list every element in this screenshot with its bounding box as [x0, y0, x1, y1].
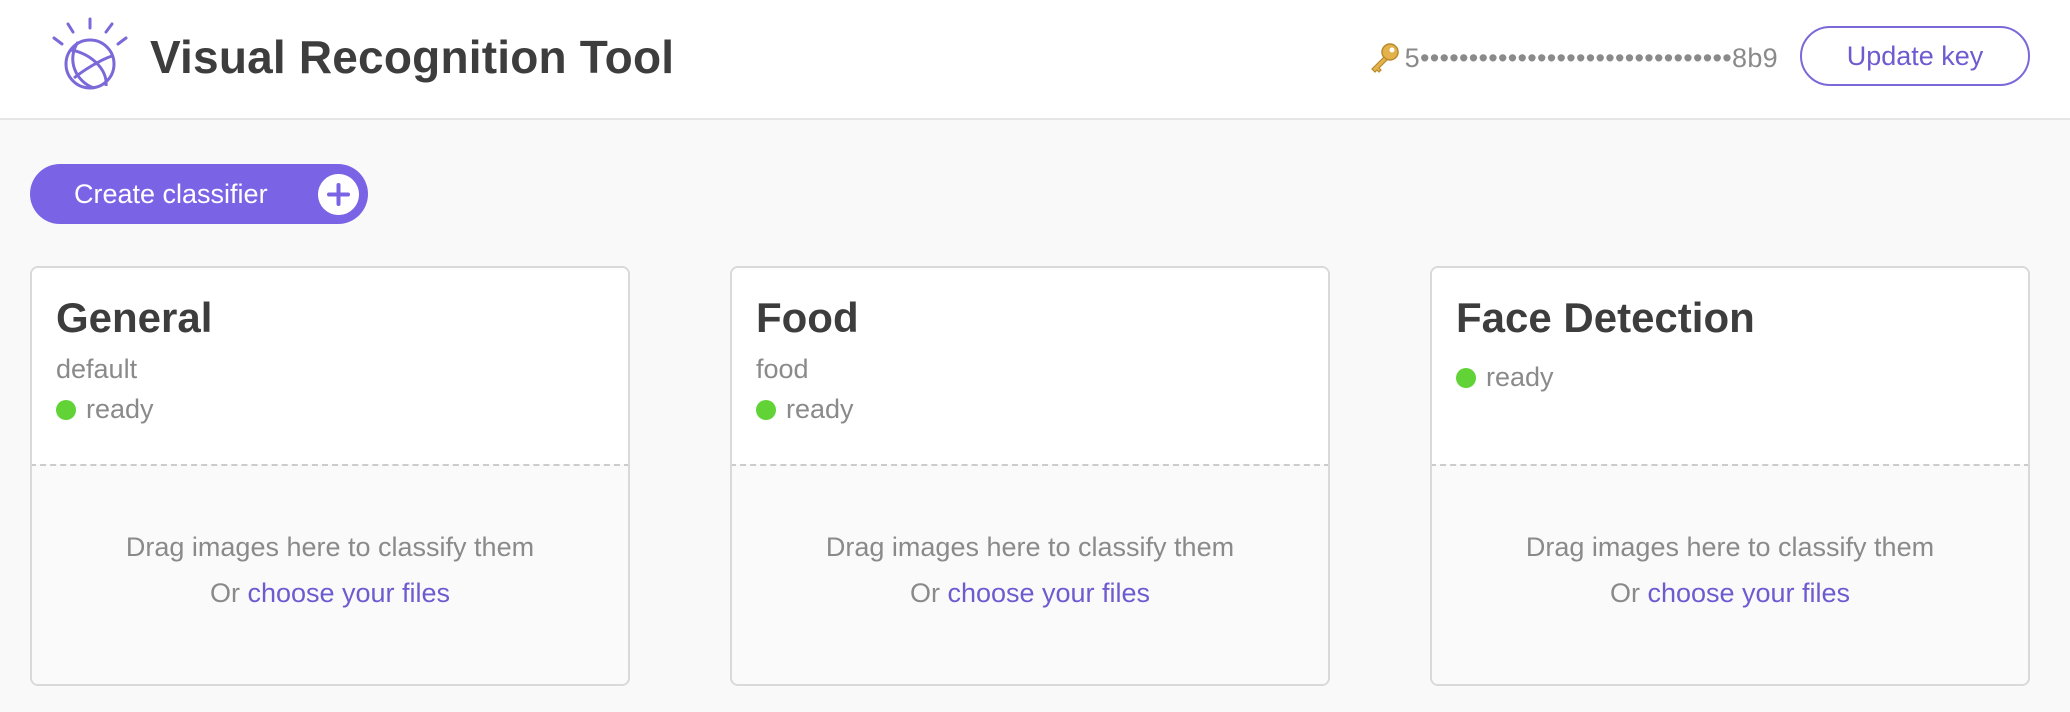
status-dot-icon [1456, 367, 1476, 388]
card-header: General default ready [32, 268, 628, 466]
image-dropzone[interactable]: Drag images here to classify them Or cho… [1432, 464, 2028, 684]
classifier-name: General [56, 294, 213, 341]
choose-files-link[interactable]: choose your files [1647, 578, 1850, 608]
key-icon [1370, 43, 1399, 73]
or-label: Or [909, 578, 948, 608]
classifier-name: Face Detection [1456, 294, 1755, 341]
classifier-id: default [56, 354, 138, 384]
or-label: Or [209, 578, 248, 608]
api-key-masked: 5••••••••••••••••••••••••••••••••8b9 [1404, 42, 1778, 73]
app-header: Visual Recognition Tool 5•••••••••••••••… [0, 0, 2070, 120]
create-classifier-label: Create classifier [74, 178, 268, 209]
status-label: ready [86, 394, 154, 424]
dropzone-instructions: Drag images here to classify them [825, 532, 1235, 562]
classifier-card-food: Food food ready Drag images here to clas… [730, 266, 1330, 686]
dropzone-instructions: Drag images here to classify them [1525, 532, 1935, 562]
status-label: ready [786, 394, 854, 424]
app-title: Visual Recognition Tool [150, 31, 675, 83]
update-key-button[interactable]: Update key [1800, 26, 2030, 86]
card-header: Face Detection ready [1432, 268, 2028, 466]
watson-logo-icon [52, 17, 128, 90]
classifier-name: Food [756, 294, 859, 341]
plus-icon [318, 174, 359, 215]
dropzone-choose-line: Or choose your files [732, 578, 1328, 609]
status-dot-icon [756, 399, 776, 420]
card-header: Food food ready [732, 268, 1328, 466]
image-dropzone[interactable]: Drag images here to classify them Or cho… [32, 464, 628, 684]
api-key-display: 5••••••••••••••••••••••••••••••••8b9 [1367, 40, 1778, 76]
classifier-status: ready [56, 394, 154, 425]
status-label: ready [1486, 362, 1554, 392]
dropzone-instructions: Drag images here to classify them [125, 532, 535, 562]
create-classifier-button[interactable]: Create classifier [30, 164, 368, 224]
classifier-card-face-detection: Face Detection ready Drag images here to… [1430, 266, 2030, 686]
image-dropzone[interactable]: Drag images here to classify them Or cho… [732, 464, 1328, 684]
status-dot-icon [56, 399, 76, 420]
choose-files-link[interactable]: choose your files [247, 578, 450, 608]
classifier-status: ready [1456, 362, 1554, 393]
dropzone-choose-line: Or choose your files [1432, 578, 2028, 609]
classifier-id: food [756, 354, 809, 384]
classifier-card-general: General default ready Drag images here t… [30, 266, 630, 686]
or-label: Or [1609, 578, 1648, 608]
dropzone-choose-line: Or choose your files [32, 578, 628, 609]
classifier-status: ready [756, 394, 854, 425]
choose-files-link[interactable]: choose your files [947, 578, 1150, 608]
